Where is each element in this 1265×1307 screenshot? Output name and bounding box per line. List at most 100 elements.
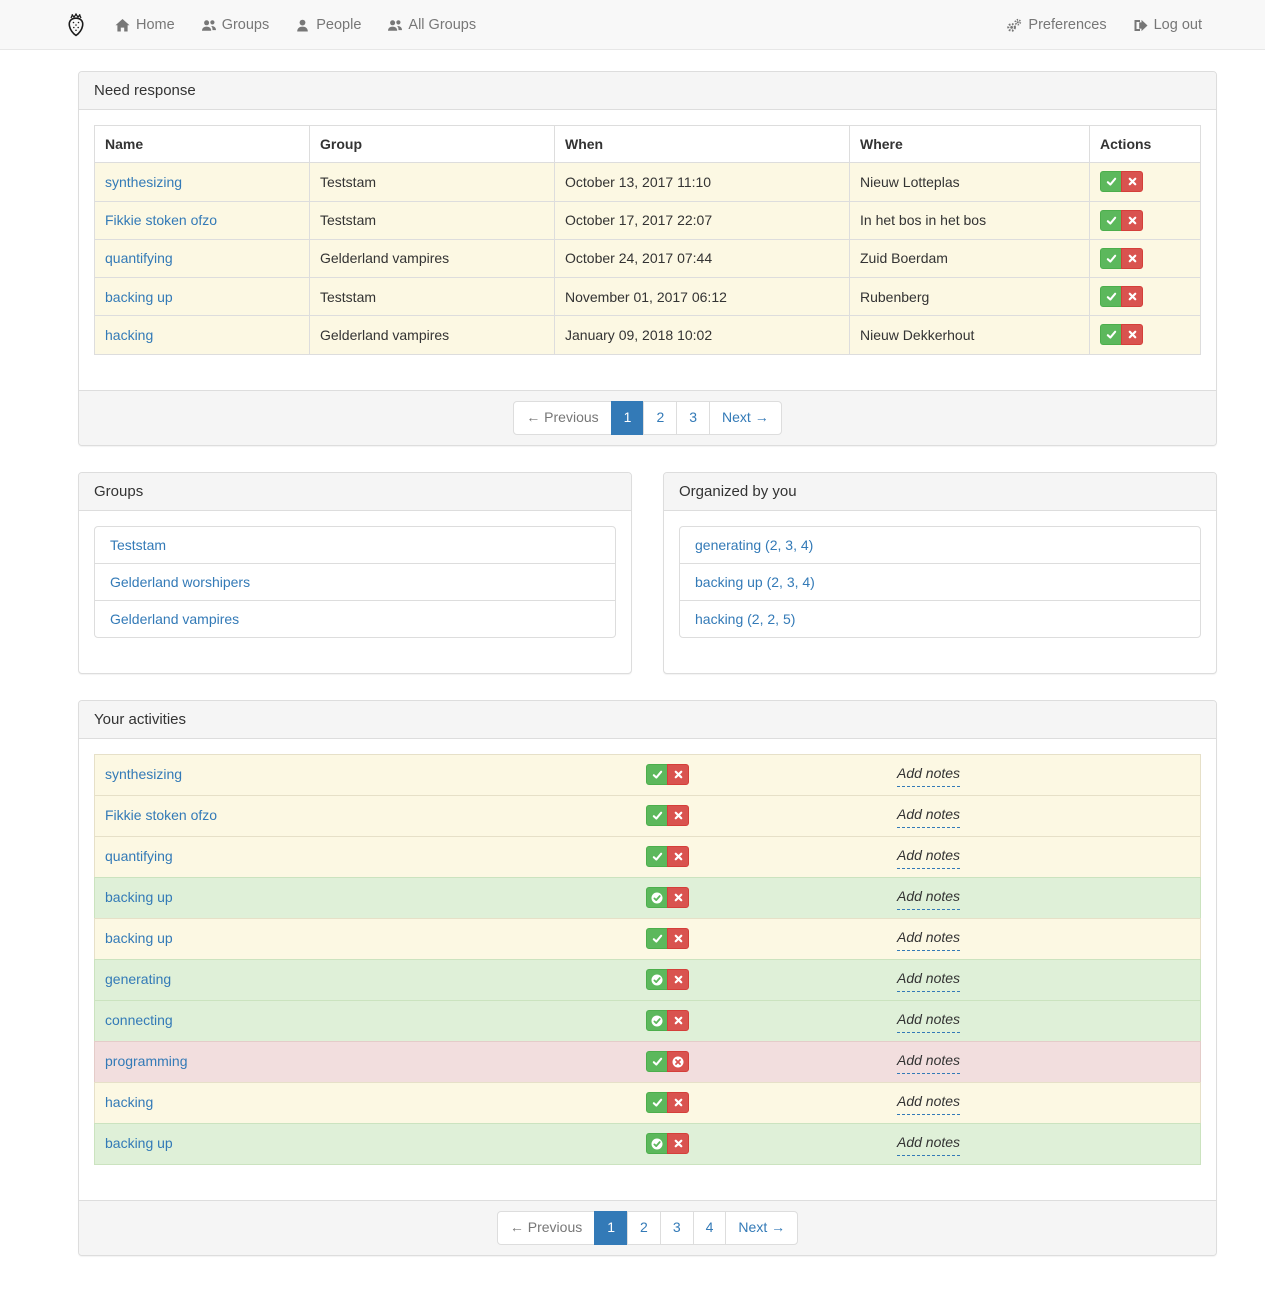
accept-button[interactable] xyxy=(1100,286,1122,307)
attend-no-button[interactable] xyxy=(667,1010,689,1031)
activity-name-link[interactable]: programming xyxy=(105,1051,646,1072)
brand-logo[interactable] xyxy=(50,0,102,50)
add-notes-link[interactable]: Add notes xyxy=(897,763,960,787)
nav-item-preferences[interactable]: Preferences xyxy=(993,0,1119,50)
pagination-page-2[interactable]: 2 xyxy=(643,401,677,435)
decline-button[interactable] xyxy=(1121,210,1143,231)
organized-activity-link[interactable]: generating (2, 3, 4) xyxy=(680,527,1200,563)
pagination-page-3[interactable]: 3 xyxy=(660,1211,694,1245)
activity-name-link[interactable]: Fikkie stoken ofzo xyxy=(105,212,217,228)
add-notes-link[interactable]: Add notes xyxy=(897,1091,960,1115)
activity-name-link[interactable]: backing up xyxy=(105,928,646,949)
table-row: Fikkie stoken ofzo Teststam October 17, … xyxy=(95,201,1201,239)
attend-yes-button[interactable] xyxy=(646,1092,668,1113)
check-circle-icon xyxy=(651,892,663,904)
list-item: Teststam xyxy=(94,526,616,564)
attend-no-button[interactable] xyxy=(667,1133,689,1154)
add-notes-link[interactable]: Add notes xyxy=(897,845,960,869)
activity-name-link[interactable]: quantifying xyxy=(105,846,646,867)
attend-yes-button[interactable] xyxy=(646,805,668,826)
home-icon xyxy=(115,18,130,33)
decline-button[interactable] xyxy=(1121,286,1143,307)
group-link[interactable]: Teststam xyxy=(95,527,615,563)
pagination-page-1[interactable]: 1 xyxy=(594,1211,628,1245)
groups-panel: Groups Teststam Gelderland worshipers Ge… xyxy=(78,472,632,674)
activity-name-link[interactable]: quantifying xyxy=(105,250,173,266)
activity-name-link[interactable]: synthesizing xyxy=(105,764,646,785)
attend-no-button[interactable] xyxy=(667,764,689,785)
attend-no-button[interactable] xyxy=(667,969,689,990)
pagination-page-4[interactable]: 4 xyxy=(693,1211,727,1245)
accept-button[interactable] xyxy=(1100,324,1122,345)
pagination-page-1[interactable]: 1 xyxy=(611,401,645,435)
pagination-page-3[interactable]: 3 xyxy=(676,401,710,435)
attend-yes-button[interactable] xyxy=(646,1133,668,1154)
nav-item-all-groups[interactable]: All Groups xyxy=(374,0,489,50)
user-icon xyxy=(295,18,310,33)
attend-yes-button[interactable] xyxy=(646,846,668,867)
activity-name-link[interactable]: Fikkie stoken ofzo xyxy=(105,805,646,826)
add-notes-link[interactable]: Add notes xyxy=(897,927,960,951)
add-notes-link[interactable]: Add notes xyxy=(897,1009,960,1033)
accept-button[interactable] xyxy=(1100,171,1122,192)
cell-group: Gelderland vampires xyxy=(310,239,555,277)
pagination-next[interactable]: Next → xyxy=(725,1211,798,1245)
decline-button[interactable] xyxy=(1121,171,1143,192)
cell-group: Teststam xyxy=(310,201,555,239)
nav-item-logout[interactable]: Log out xyxy=(1120,0,1215,50)
attend-yes-button[interactable] xyxy=(646,928,668,949)
organized-activity-link[interactable]: backing up (2, 3, 4) xyxy=(680,564,1200,600)
add-notes-link[interactable]: Add notes xyxy=(897,968,960,992)
nav-item-people[interactable]: People xyxy=(282,0,374,50)
pagination-next[interactable]: Next → xyxy=(709,401,782,435)
attend-no-button[interactable] xyxy=(667,1092,689,1113)
gears-icon xyxy=(1006,18,1022,33)
attend-no-button[interactable] xyxy=(667,887,689,908)
activity-name-link[interactable]: hacking xyxy=(105,1092,646,1113)
x-icon xyxy=(673,892,684,903)
decline-button[interactable] xyxy=(1121,248,1143,269)
group-link[interactable]: Gelderland worshipers xyxy=(95,564,615,600)
attend-yes-button[interactable] xyxy=(646,887,668,908)
accept-button[interactable] xyxy=(1100,248,1122,269)
activity-name-link[interactable]: backing up xyxy=(105,289,173,305)
activity-name-link[interactable]: hacking xyxy=(105,327,153,343)
x-circle-icon xyxy=(672,1056,684,1068)
check-icon xyxy=(652,1056,663,1067)
nav-item-label: Groups xyxy=(222,17,270,33)
pagination-page-2[interactable]: 2 xyxy=(627,1211,661,1245)
list-item: generating (2, 3, 4) xyxy=(679,526,1201,564)
activity-name-link[interactable]: backing up xyxy=(105,1133,646,1154)
accept-button[interactable] xyxy=(1100,210,1122,231)
attend-yes-button[interactable] xyxy=(646,1051,668,1072)
cell-where: Nieuw Lotteplas xyxy=(850,163,1090,201)
column-header-where: Where xyxy=(850,126,1090,163)
activity-name-link[interactable]: synthesizing xyxy=(105,174,182,190)
list-item: backing up (2, 3, 4) xyxy=(679,563,1201,601)
activity-name-link[interactable]: backing up xyxy=(105,887,646,908)
attend-yes-button[interactable] xyxy=(646,764,668,785)
attend-yes-button[interactable] xyxy=(646,1010,668,1031)
nav-item-groups[interactable]: Groups xyxy=(188,0,283,50)
add-notes-link[interactable]: Add notes xyxy=(897,804,960,828)
group-link[interactable]: Gelderland vampires xyxy=(95,601,615,637)
activity-name-link[interactable]: generating xyxy=(105,969,646,990)
decline-button[interactable] xyxy=(1121,324,1143,345)
cell-when: October 17, 2017 22:07 xyxy=(555,201,850,239)
add-notes-link[interactable]: Add notes xyxy=(897,886,960,910)
attend-no-button[interactable] xyxy=(667,846,689,867)
check-icon xyxy=(1106,215,1117,226)
check-icon xyxy=(1106,253,1117,264)
add-notes-link[interactable]: Add notes xyxy=(897,1050,960,1074)
users-icon xyxy=(201,18,216,33)
organized-activity-link[interactable]: hacking (2, 2, 5) xyxy=(680,601,1200,637)
attend-no-button[interactable] xyxy=(667,928,689,949)
attend-no-button[interactable] xyxy=(667,805,689,826)
cell-where: Rubenberg xyxy=(850,278,1090,316)
add-notes-link[interactable]: Add notes xyxy=(897,1132,960,1156)
nav-item-home[interactable]: Home xyxy=(102,0,188,50)
activity-name-link[interactable]: connecting xyxy=(105,1010,646,1031)
need-response-panel: Need response Name Group When Where Acti… xyxy=(78,71,1217,446)
attend-no-button[interactable] xyxy=(667,1051,689,1072)
attend-yes-button[interactable] xyxy=(646,969,668,990)
